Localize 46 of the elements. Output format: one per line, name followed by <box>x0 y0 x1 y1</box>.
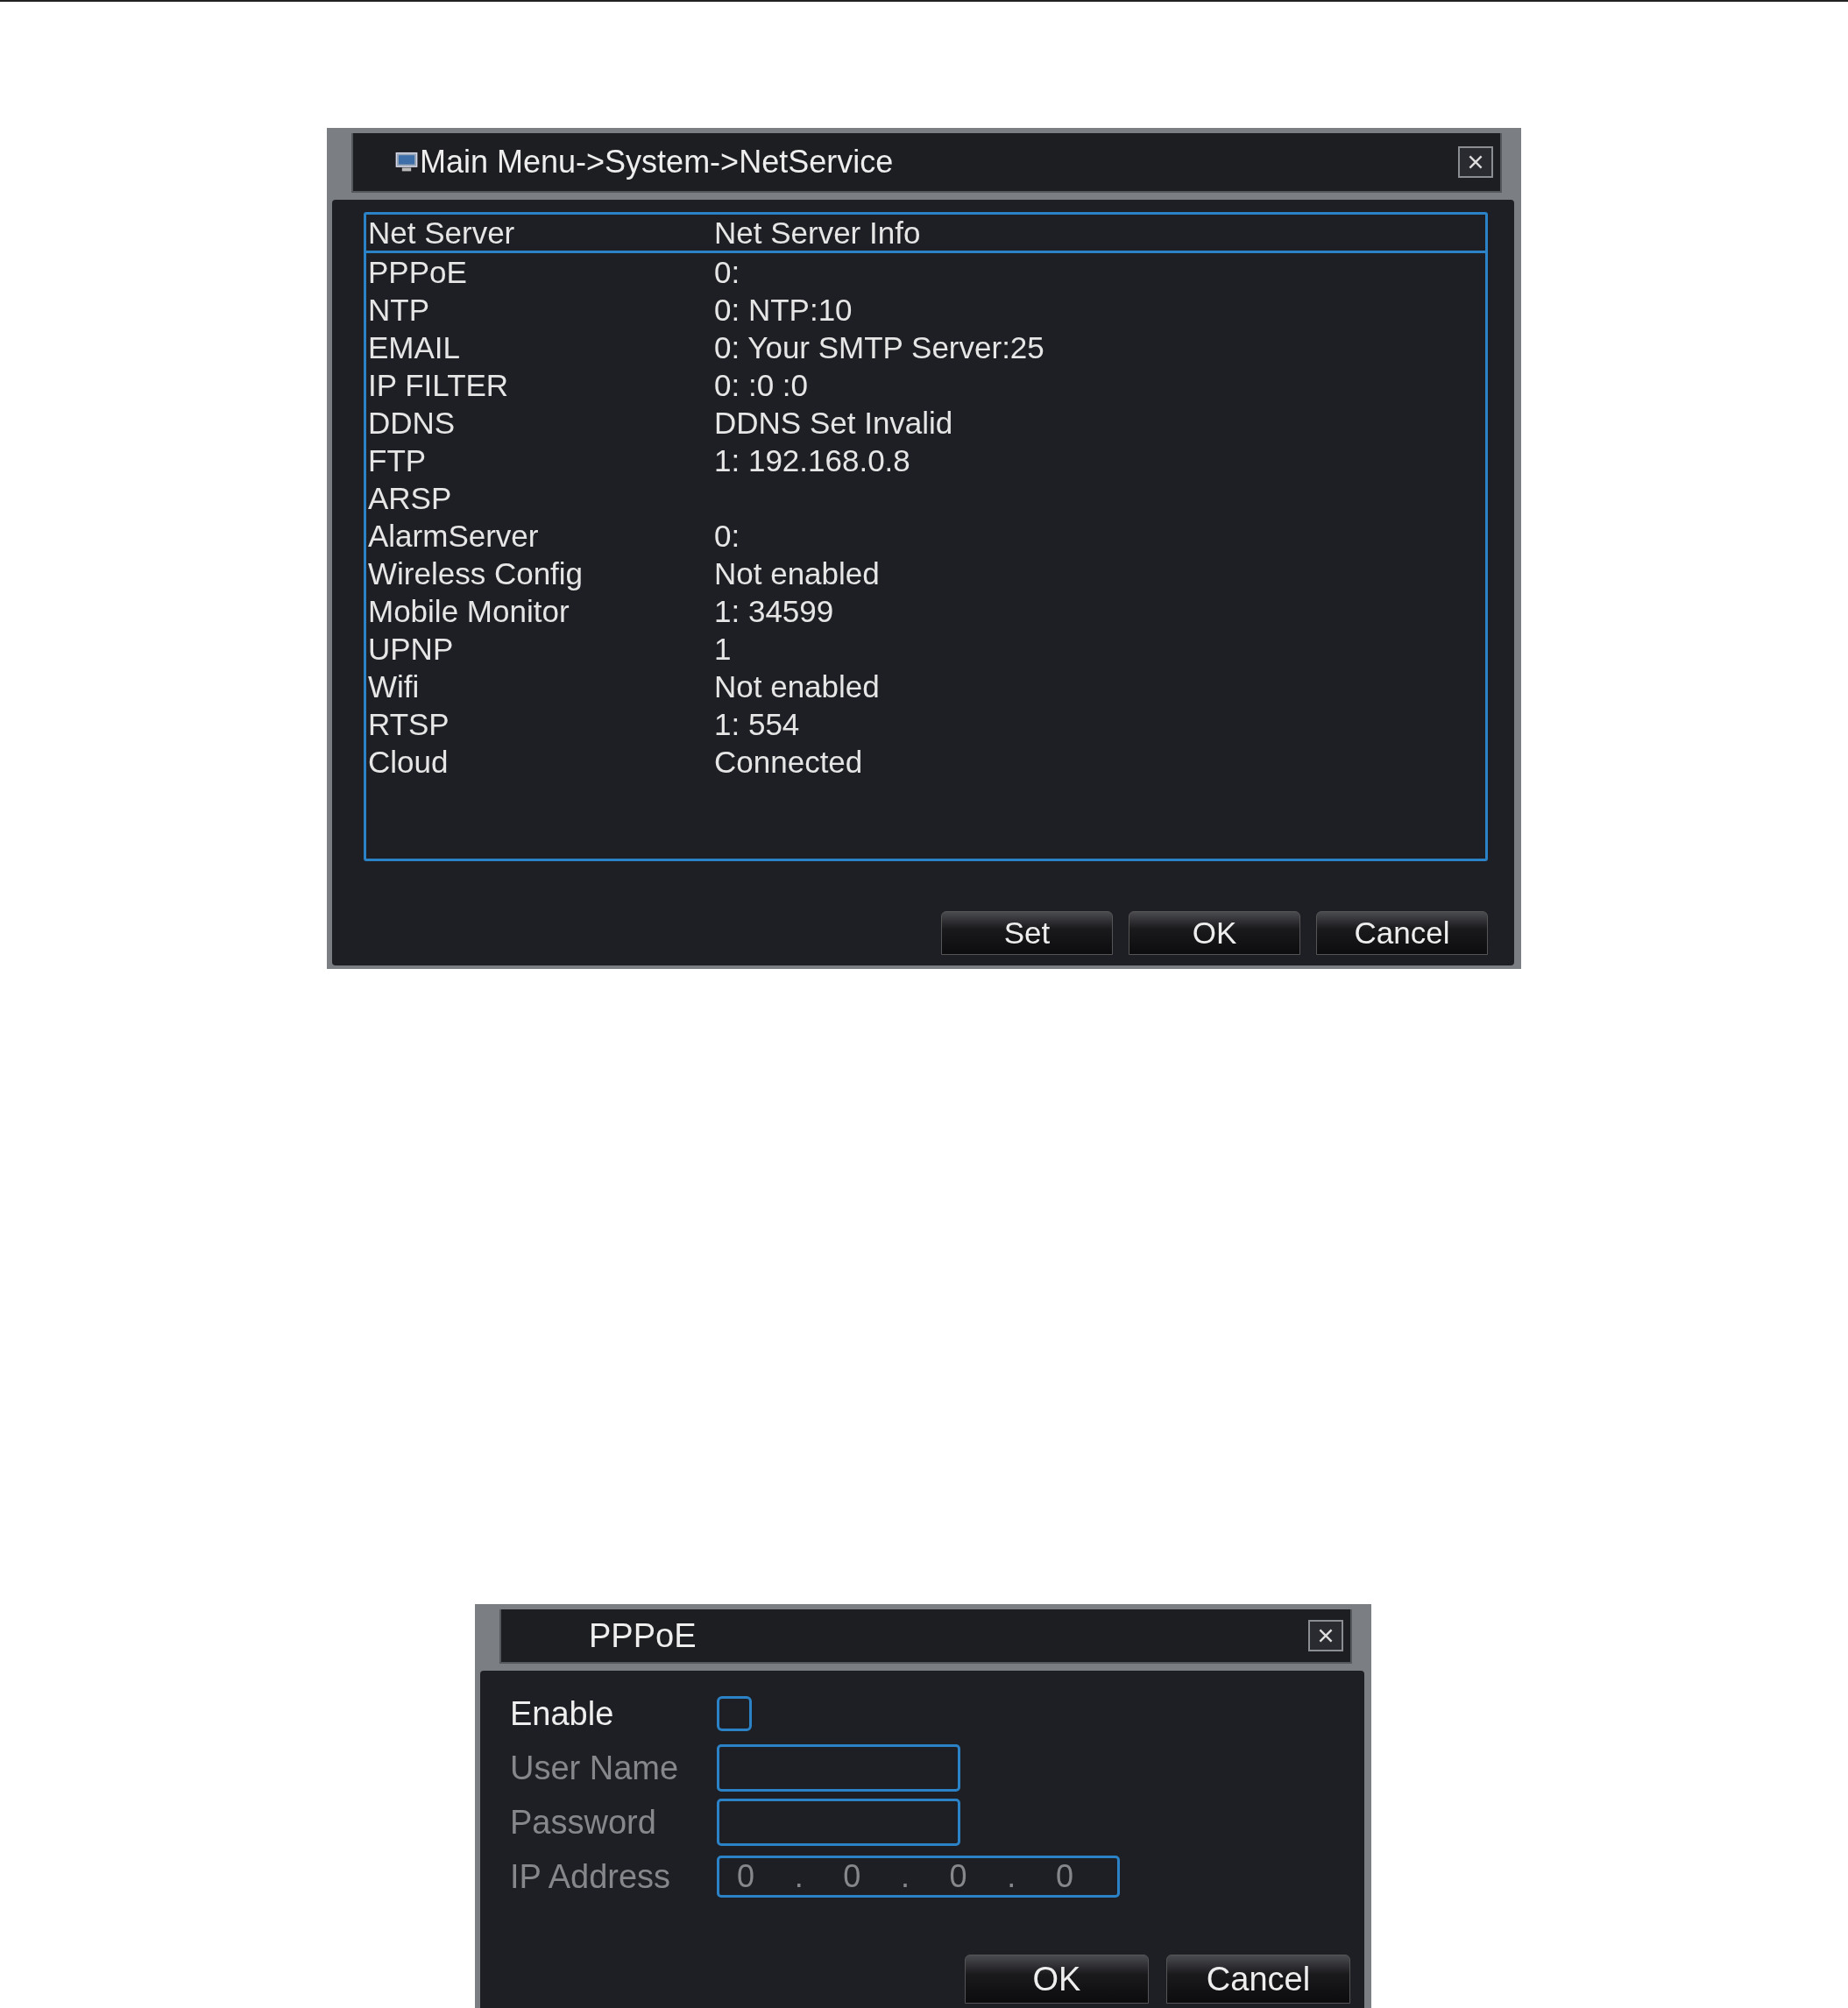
dialog-button[interactable]: Cancel <box>1166 1955 1350 2004</box>
table-cell: Not enabled <box>714 555 880 591</box>
dialog-button[interactable]: Cancel <box>1316 911 1488 955</box>
field-label: Enable <box>510 1694 615 1733</box>
close-button[interactable] <box>1458 146 1493 178</box>
table-cell-text: AlarmServer <box>367 518 540 554</box>
table-cell-text: RTSP <box>367 706 450 742</box>
table-cell: Not enabled <box>714 668 880 704</box>
table-cell: 0: Your SMTP Server:25 <box>714 329 1044 365</box>
table-cell-text: IP FILTER <box>367 367 510 403</box>
monitor-icon <box>395 152 418 173</box>
table-cell: 1 <box>714 631 732 667</box>
dialog-button[interactable]: OK <box>965 1955 1149 2004</box>
field-label: IP Address <box>510 1857 672 1896</box>
table-cell-text: UPNP <box>367 631 455 667</box>
input-field[interactable] <box>717 1744 960 1792</box>
table-cell: DDNS Set Invalid <box>714 405 953 441</box>
close-button[interactable] <box>1308 1620 1343 1651</box>
table-cell-text: Wireless Config <box>367 555 584 591</box>
table-cell-text: EMAIL <box>367 329 462 365</box>
window-title: PPPoE <box>589 1616 697 1655</box>
table-cell-text: Wifi <box>367 668 421 704</box>
column-header: Net Server Info <box>714 215 921 251</box>
table-cell-text: ARSP <box>367 480 453 516</box>
input-field[interactable] <box>717 1799 960 1846</box>
dialog-button[interactable]: OK <box>1129 911 1300 955</box>
column-header: Net Server <box>367 215 516 251</box>
table-cell: 1: 192.168.0.8 <box>714 442 910 478</box>
window-title: Main Menu->System->NetService <box>420 144 895 180</box>
table-cell: 0: :0 :0 <box>714 367 809 403</box>
table-cell: 1: 554 <box>714 706 800 742</box>
table-cell: 0: <box>714 518 740 554</box>
dialog-button[interactable]: Set <box>941 911 1113 955</box>
table-cell: 0: NTP:10 <box>714 292 853 328</box>
table-cell: Connected <box>714 744 863 780</box>
table-cell-text: DDNS <box>367 405 457 441</box>
table-cell-text: Cloud <box>367 744 450 780</box>
field-label: User Name <box>510 1749 680 1787</box>
enable-checkbox[interactable] <box>717 1696 752 1731</box>
table-cell-text: PPPoE <box>367 254 468 290</box>
table-cell: 0: <box>714 254 740 290</box>
field-label: Password <box>510 1803 657 1842</box>
table-cell-text: Mobile Monitor <box>367 593 570 629</box>
table-cell-text: FTP <box>367 442 428 478</box>
table-cell-text: NTP <box>367 292 430 328</box>
table-cell: 1: 34599 <box>714 593 834 629</box>
